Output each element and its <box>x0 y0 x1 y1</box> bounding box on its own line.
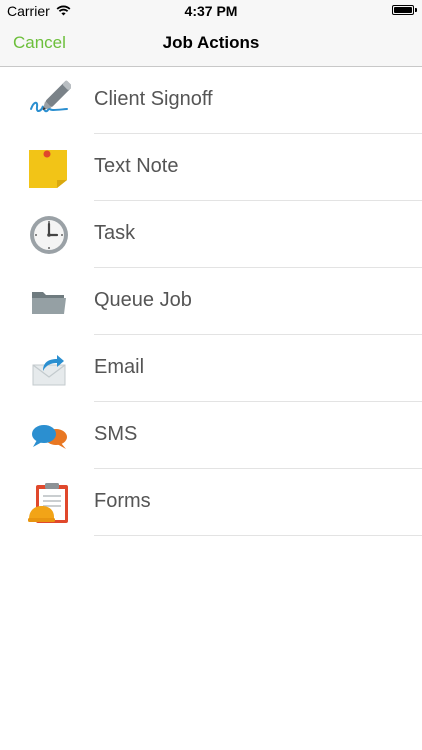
action-queue-job[interactable]: Queue Job <box>0 268 422 335</box>
action-list: Client Signoff Text Note Task Queue Job … <box>0 67 422 536</box>
sticky-note-icon <box>27 146 71 190</box>
action-sms[interactable]: SMS <box>0 402 422 469</box>
clock-icon <box>27 213 71 257</box>
action-task[interactable]: Task <box>0 201 422 268</box>
action-label: Email <box>94 356 145 378</box>
row-divider <box>94 535 422 536</box>
battery-icon <box>392 5 417 15</box>
navigation-bar: Cancel Job Actions <box>0 22 422 67</box>
action-label: Task <box>94 222 136 244</box>
action-label: Forms <box>94 490 151 512</box>
action-label: SMS <box>94 423 138 445</box>
page-title: Job Actions <box>162 33 260 52</box>
status-bar: Carrier 4:37 PM <box>0 0 422 22</box>
action-email[interactable]: Email <box>0 335 422 402</box>
action-client-signoff[interactable]: Client Signoff <box>0 67 422 134</box>
action-forms[interactable]: Forms <box>0 469 422 536</box>
job-actions-screen: Carrier 4:37 PM Cancel Job Actions Clien… <box>0 0 422 750</box>
folder-icon <box>27 280 71 324</box>
action-label: Queue Job <box>94 289 192 311</box>
action-label: Client Signoff <box>94 88 213 110</box>
signature-pen-icon <box>27 79 72 123</box>
clipboard-form-icon <box>27 481 71 525</box>
email-forward-icon <box>27 347 71 391</box>
chat-bubbles-icon <box>27 414 71 458</box>
status-time: 4:37 PM <box>184 3 238 19</box>
action-text-note[interactable]: Text Note <box>0 134 422 201</box>
action-label: Text Note <box>94 155 179 177</box>
